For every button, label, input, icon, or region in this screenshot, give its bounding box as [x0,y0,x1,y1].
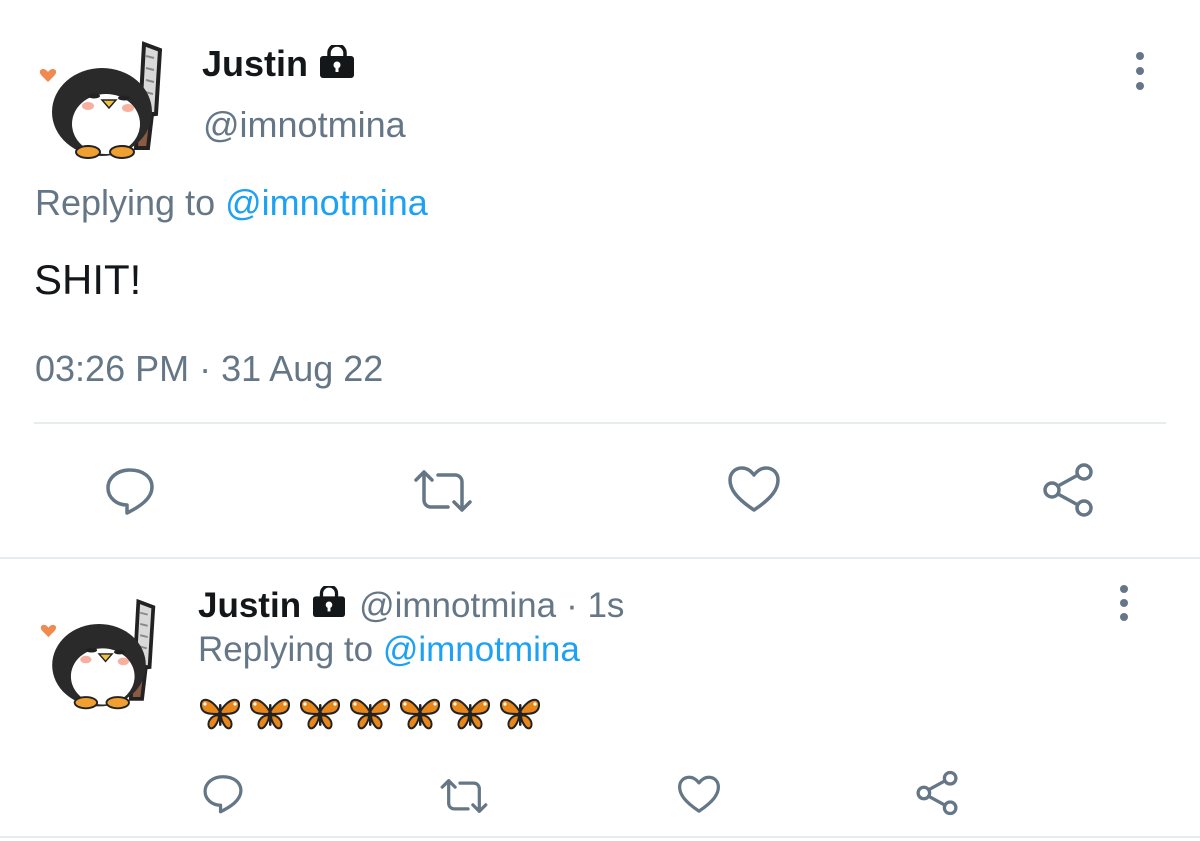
display-name[interactable]: Justin [198,586,301,626]
tweet-text: SHIT! [34,256,142,303]
tweet-time: 03:26 PM [35,348,190,389]
replying-to-label: Replying to [35,182,216,223]
display-name[interactable]: Justin [202,43,308,85]
replying-to-line: Replying to @imnotmina [35,182,428,224]
butterfly-emoji-icon [199,698,241,730]
main-tweet: Justin @imnotmina Replying to @imnotmina… [0,0,1200,560]
penguin-knife-avatar-icon [39,41,163,159]
author-name-row: Justin [202,42,356,86]
replying-to-handle-link[interactable]: @imnotmina [225,182,428,223]
reply-icon [106,468,154,515]
share-icon [1043,463,1093,517]
retweet-button[interactable] [412,464,474,518]
divider [0,557,1200,559]
reply-button[interactable] [102,462,158,518]
more-options-icon[interactable] [1116,585,1132,623]
divider [34,422,1166,424]
replying-to-label: Replying to [198,630,374,669]
tweet-date: 31 Aug 22 [221,348,384,389]
retweet-icon [414,470,472,512]
butterfly-emoji-icon [249,698,291,730]
penguin-knife-avatar-icon [40,598,156,710]
retweet-icon [440,779,488,813]
emoji-text [198,694,542,732]
like-icon [678,775,720,813]
share-icon [916,770,958,816]
reply-header: Justin @imnotmina · 1s [198,583,624,628]
replying-to-line: Replying to @imnotmina [198,630,580,670]
butterfly-emoji-icon [449,698,491,730]
tweet-timestamp[interactable]: 03:26 PM · 31 Aug 22 [35,348,383,390]
butterfly-emoji-icon [349,698,391,730]
butterfly-emoji-icon [499,698,541,730]
author-handle[interactable]: @imnotmina [203,104,406,146]
retweet-button[interactable] [438,774,490,818]
lock-icon [311,583,347,627]
butterfly-emoji-icon [399,698,441,730]
share-button[interactable] [1040,462,1096,518]
like-button[interactable] [726,464,782,516]
reply-icon [203,775,243,814]
replying-to-handle-link[interactable]: @imnotmina [383,630,580,669]
divider [0,836,1200,838]
author-handle[interactable]: @imnotmina [359,586,556,626]
share-button[interactable] [914,770,960,816]
tweet-age[interactable]: · 1s [566,586,624,626]
timestamp-separator: · [199,348,212,389]
reply-button[interactable] [200,770,246,816]
avatar[interactable] [36,594,162,712]
like-button[interactable] [676,774,722,816]
more-options-icon[interactable] [1132,52,1148,92]
lock-icon [318,42,356,84]
butterfly-emoji-icon [299,698,341,730]
avatar[interactable] [36,36,168,162]
like-icon [728,466,780,512]
